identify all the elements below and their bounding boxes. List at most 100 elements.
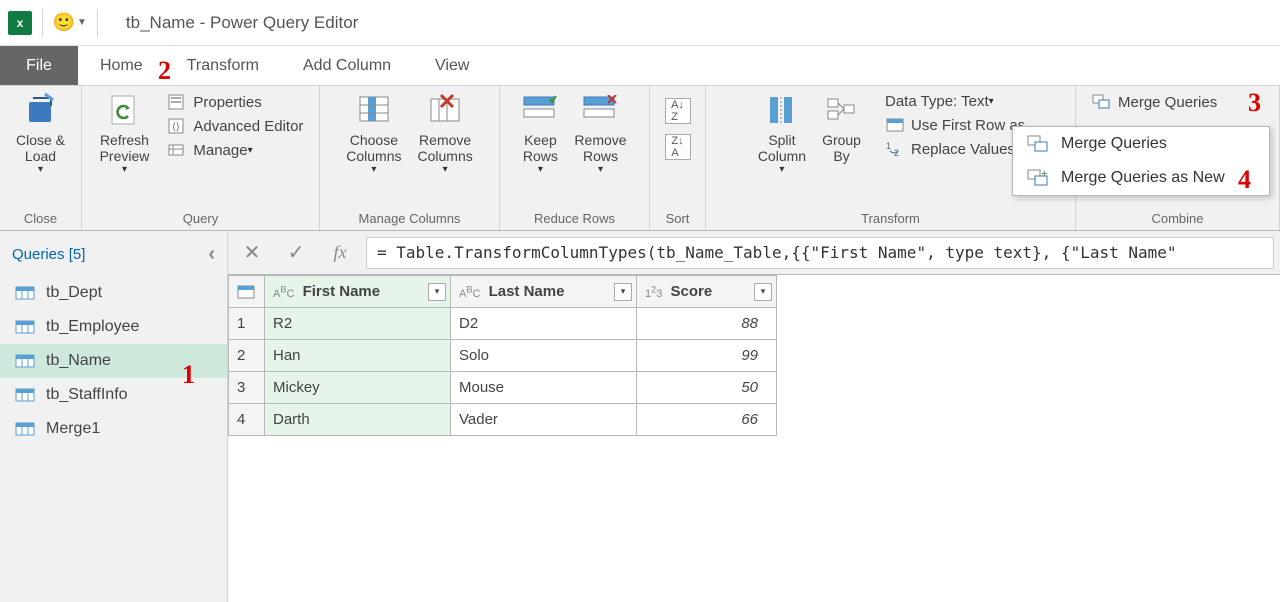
- table-icon: [14, 421, 36, 437]
- menu-bar: File Home Transform Add Column View: [0, 46, 1280, 86]
- divider: [97, 9, 98, 37]
- menu-add-column[interactable]: Add Column: [281, 46, 413, 85]
- excel-icon: x: [8, 11, 32, 35]
- cell[interactable]: 88: [637, 308, 777, 340]
- cell[interactable]: Mouse: [451, 372, 637, 404]
- column-type-icon: 123: [645, 288, 662, 300]
- remove-rows-icon: [582, 92, 618, 128]
- menu-file[interactable]: File: [0, 46, 78, 85]
- cell[interactable]: Mickey: [265, 372, 451, 404]
- column-header-score[interactable]: 123 Score▾: [637, 276, 777, 308]
- split-column-button[interactable]: Split Column▾: [750, 90, 814, 177]
- group-by-icon: [824, 92, 860, 128]
- qat-smiley-icon[interactable]: 🙂: [53, 12, 75, 34]
- manage-label: Manage: [193, 142, 247, 159]
- split-column-label: Split Column: [758, 132, 806, 164]
- first-row-icon: [885, 116, 905, 134]
- replace-values-button[interactable]: 12 Replace Values: [879, 137, 1031, 161]
- row-number[interactable]: 1: [229, 308, 265, 340]
- dropdown-merge-new-label: Merge Queries as New: [1061, 169, 1225, 187]
- grid-corner[interactable]: [229, 276, 265, 308]
- cell[interactable]: Han: [265, 340, 451, 372]
- first-row-button[interactable]: Use First Row as: [879, 113, 1031, 137]
- advanced-editor-button[interactable]: ⟨⟩ Advanced Editor: [161, 114, 309, 138]
- table-row[interactable]: 2HanSolo99: [229, 340, 777, 372]
- cell[interactable]: Vader: [451, 404, 637, 436]
- sort-asc-button[interactable]: A↓Z: [665, 98, 691, 124]
- query-item-label: Merge1: [46, 420, 100, 438]
- query-item-label: tb_Name: [46, 352, 111, 370]
- cell[interactable]: Darth: [265, 404, 451, 436]
- cell[interactable]: 50: [637, 372, 777, 404]
- remove-columns-button[interactable]: Remove Columns▾: [410, 90, 481, 177]
- keep-rows-icon: [522, 92, 558, 128]
- cell[interactable]: 66: [637, 404, 777, 436]
- queries-pane: Queries [5] ‹ tb_Dept tb_Employee tb_Namet…: [0, 231, 228, 602]
- properties-button[interactable]: Properties: [161, 90, 309, 114]
- query-item-tb_StaffInfo[interactable]: tb_StaffInfo: [0, 378, 227, 412]
- table-icon: [14, 353, 36, 369]
- table-row[interactable]: 1R2D288: [229, 308, 777, 340]
- column-filter-icon[interactable]: ▾: [754, 283, 772, 301]
- column-header-last-name[interactable]: ABC Last Name▾: [451, 276, 637, 308]
- close-load-icon: [23, 92, 59, 128]
- accept-formula-icon[interactable]: ✓: [278, 239, 314, 267]
- refresh-button[interactable]: Refresh Preview▾: [92, 90, 158, 177]
- keep-rows-label: Keep Rows: [523, 132, 558, 164]
- remove-rows-label: Remove Rows: [574, 132, 626, 164]
- group-by-label: Group By: [822, 132, 861, 164]
- group-sort-label: Sort: [666, 207, 690, 228]
- row-number[interactable]: 2: [229, 340, 265, 372]
- collapse-queries-icon[interactable]: ‹: [208, 243, 215, 266]
- column-filter-icon[interactable]: ▾: [428, 283, 446, 301]
- column-type-icon: ABC: [459, 288, 480, 300]
- merge-queries-icon: [1092, 93, 1112, 111]
- query-item-Merge1[interactable]: Merge1: [0, 412, 227, 446]
- cell[interactable]: Solo: [451, 340, 637, 372]
- merge-queries-button[interactable]: Merge Queries: [1086, 90, 1273, 114]
- table-row[interactable]: 4DarthVader66: [229, 404, 777, 436]
- fx-icon[interactable]: fx: [322, 239, 358, 267]
- choose-columns-button[interactable]: Choose Columns▾: [338, 90, 409, 177]
- window-title: tb_Name - Power Query Editor: [126, 13, 358, 33]
- group-query-label: Query: [183, 207, 218, 228]
- menu-view[interactable]: View: [413, 46, 491, 85]
- query-item-label: tb_Dept: [46, 284, 102, 302]
- advanced-editor-icon: ⟨⟩: [167, 117, 187, 135]
- first-row-label: Use First Row as: [911, 117, 1025, 134]
- replace-values-label: Replace Values: [911, 141, 1015, 158]
- menu-transform[interactable]: Transform: [165, 46, 281, 85]
- choose-columns-label: Choose Columns: [346, 132, 401, 164]
- query-item-tb_Name[interactable]: tb_Name: [0, 344, 227, 378]
- remove-rows-button[interactable]: Remove Rows▾: [566, 90, 634, 177]
- keep-rows-button[interactable]: Keep Rows▾: [514, 90, 566, 177]
- close-load-button[interactable]: Close & Load▾: [8, 90, 73, 177]
- qat-dropdown-icon[interactable]: ▼: [77, 17, 87, 28]
- query-item-tb_Employee[interactable]: tb_Employee: [0, 310, 227, 344]
- table-icon: [14, 319, 36, 335]
- svg-text:⟨⟩: ⟨⟩: [172, 122, 180, 133]
- query-item-label: tb_StaffInfo: [46, 386, 128, 404]
- query-item-tb_Dept[interactable]: tb_Dept: [0, 276, 227, 310]
- queries-header: Queries [5]: [12, 246, 85, 263]
- group-by-button[interactable]: Group By: [814, 90, 869, 166]
- dropdown-merge[interactable]: Merge Queries: [1013, 127, 1269, 161]
- dropdown-merge-new[interactable]: + Merge Queries as New: [1013, 161, 1269, 195]
- row-number[interactable]: 3: [229, 372, 265, 404]
- cell[interactable]: 99: [637, 340, 777, 372]
- cancel-formula-icon[interactable]: ✕: [234, 239, 270, 267]
- table-icon: [14, 285, 36, 301]
- merge-queries-label: Merge Queries: [1118, 94, 1217, 111]
- table-row[interactable]: 3MickeyMouse50: [229, 372, 777, 404]
- cell[interactable]: R2: [265, 308, 451, 340]
- formula-input[interactable]: = Table.TransformColumnTypes(tb_Name_Tab…: [366, 237, 1274, 269]
- row-number[interactable]: 4: [229, 404, 265, 436]
- sort-desc-button[interactable]: Z↓A: [665, 134, 691, 160]
- column-header-first-name[interactable]: ABC First Name▾: [265, 276, 451, 308]
- menu-home[interactable]: Home: [78, 46, 165, 85]
- manage-button[interactable]: Manage ▾: [161, 138, 309, 162]
- cell[interactable]: D2: [451, 308, 637, 340]
- data-type-button[interactable]: Data Type: Text ▾: [879, 90, 1031, 113]
- remove-columns-label: Remove Columns: [418, 132, 473, 164]
- column-filter-icon[interactable]: ▾: [614, 283, 632, 301]
